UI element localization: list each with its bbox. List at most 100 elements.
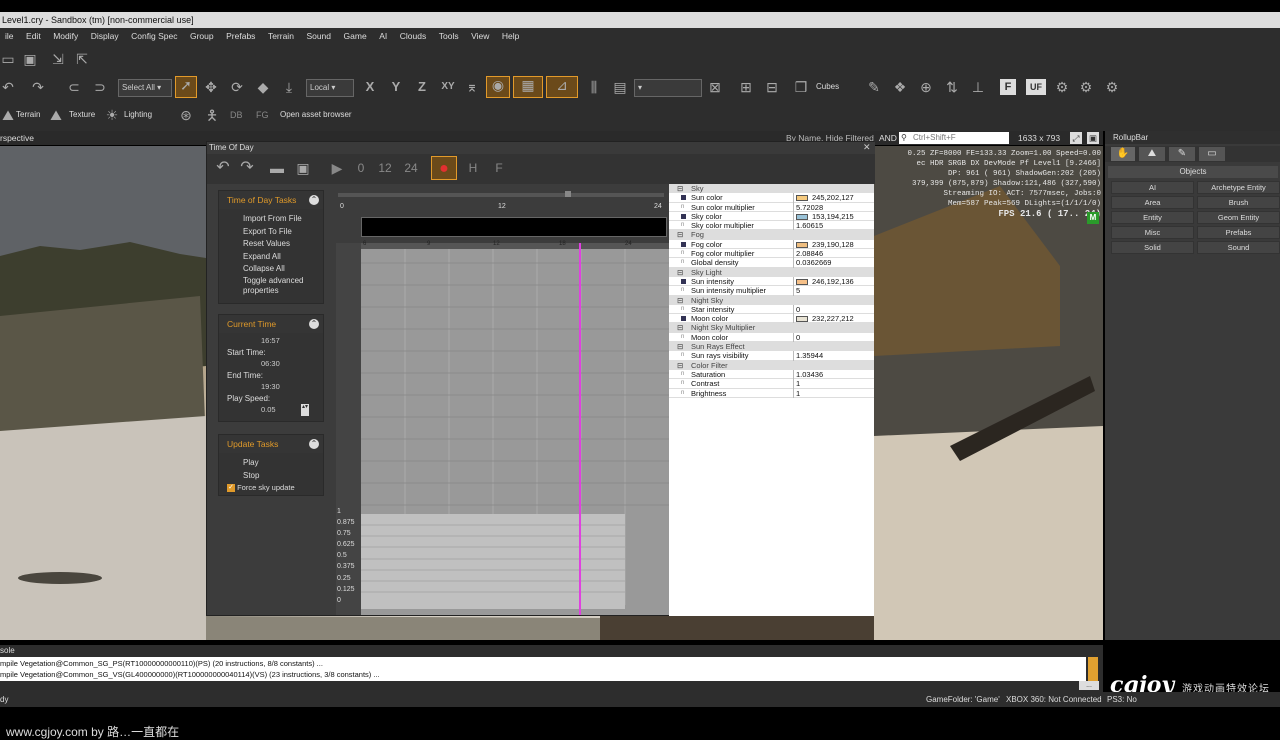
color-swatch[interactable] [796,213,808,220]
property-value[interactable]: 232,227,212 [793,314,873,324]
property-category[interactable]: ⊟ Sun Rays Effect [669,342,874,352]
folder-icon[interactable]: ▬ [269,160,285,176]
current-time-value[interactable]: 16:57 [219,335,323,347]
property-value[interactable]: 1 [793,379,873,389]
cubes-label[interactable]: Cubes [816,82,839,91]
select-all-dropdown[interactable]: Select All ▾ [118,79,172,97]
property-row[interactable]: n Sun rays visibility 1.35944 [669,351,874,361]
undo-icon[interactable]: ↶ [0,79,16,95]
texture-button[interactable]: Texture [69,110,95,119]
open-icon[interactable]: ▭ [0,51,16,67]
viewport-search-input[interactable]: ⚲ Ctrl+Shift+F [899,132,1009,144]
collapse-category-icon[interactable]: ⊟ [677,342,683,351]
color-swatch[interactable] [796,195,808,202]
stop-link[interactable]: Stop [219,470,323,483]
prefabs-button[interactable]: Prefabs [1197,226,1280,239]
misc-button[interactable]: Misc [1111,226,1194,239]
collapse-all-link[interactable]: Collapse All [219,263,323,276]
time-0-button[interactable]: 0 [353,160,369,176]
axis-xy[interactable]: XY [438,79,458,95]
h-button[interactable]: H [465,160,481,176]
graph-area[interactable]: 6 9 12 18 24 1 0.875 0.75 0.625 0.5 0.37… [336,241,669,615]
lighting-icon[interactable]: ☀ [104,107,120,123]
save-icon[interactable]: ▣ [22,51,38,67]
property-row[interactable]: n Moon color 0 [669,332,874,343]
property-row[interactable]: Moon color 232,227,212 [669,314,874,324]
console-scrollbar[interactable] [1088,657,1098,681]
play-icon[interactable]: ▶ [329,160,345,176]
lighting-button[interactable]: Lighting [124,110,152,119]
layer-icon[interactable]: ▤ [612,79,628,95]
property-category[interactable]: ⊟ Fog [669,230,874,240]
property-row[interactable]: n Brightness 1 [669,388,874,398]
unlink-object-icon[interactable]: ⊃ [92,79,108,95]
ruler-icon[interactable]: ⫼ [586,79,602,95]
reset-values-link[interactable]: Reset Values [219,238,323,251]
menu-clouds[interactable]: Clouds [395,28,431,44]
update-tasks-header[interactable]: Update Tasks ⌃ [219,435,323,453]
current-time-header[interactable]: Current Time ⌃ [219,315,323,333]
menu-tools[interactable]: Tools [434,28,464,44]
property-row[interactable]: n Saturation 1.03436 [669,369,874,380]
property-category[interactable]: ⊟ Night Sky [669,295,874,305]
menu-game[interactable]: Game [339,28,372,44]
layer-dropdown[interactable]: ▾ [634,79,702,97]
property-value[interactable]: 2.08846 [793,249,873,259]
asset-browser-button[interactable]: Open asset browser [280,110,352,119]
property-value[interactable]: 5.72028 [793,202,873,212]
grid-snap-icon[interactable]: ▦ [513,76,543,98]
color-swatch[interactable] [796,278,808,285]
angle-snap-icon[interactable]: ⊿ [546,76,578,98]
display-tab-icon[interactable]: ▭ [1199,147,1225,161]
axis-y[interactable]: Y [388,79,404,95]
maximize-icon[interactable]: ⤢ [1070,132,1082,144]
property-category[interactable]: ⊟ Color Filter [669,360,874,370]
save-icon[interactable]: ▣ [295,160,311,176]
brush-button[interactable]: Brush [1197,196,1280,209]
settings-icon-2[interactable]: ⚙ [1078,79,1094,95]
character-icon[interactable]: 🯅 [204,107,220,123]
viewport-name[interactable]: rspective [0,131,34,145]
menu-ai[interactable]: AI [374,28,392,44]
sound-button[interactable]: Sound [1197,241,1280,254]
menu-display[interactable]: Display [86,28,124,44]
property-row[interactable]: n Fog color multiplier 2.08846 [669,249,874,259]
cubes-icon[interactable]: ❒ [793,79,809,95]
collapse-category-icon[interactable]: ⊟ [677,296,683,305]
checkbox-checked-icon[interactable]: ✓ [227,484,235,493]
console-output[interactable]: mpile Vegetation@Common_SG_PS(RT10000000… [0,657,1086,681]
property-row[interactable]: n Global density 0.0362669 [669,258,874,268]
menu-help[interactable]: Help [497,28,524,44]
menu-prefabs[interactable]: Prefabs [221,28,260,44]
settings-icon-3[interactable]: ⚙ [1104,79,1120,95]
time-slider-track[interactable] [338,193,664,197]
start-time-value[interactable]: 06:30 [219,358,323,370]
menu-terrain[interactable]: Terrain [263,28,299,44]
property-row[interactable]: n Sun color multiplier 5.72028 [669,202,874,212]
objects-icon[interactable]: ⊕ [918,79,934,95]
property-row[interactable]: Sky color 153,194,215 [669,211,874,222]
menu-file[interactable]: ile [0,28,19,44]
terrain-button[interactable]: Terrain [16,110,40,119]
collapse-category-icon[interactable]: ⊟ [677,230,683,239]
link-object-icon[interactable]: ⊂ [66,79,82,95]
ai-icon[interactable]: ⊟ [764,79,780,95]
fg-button[interactable]: FG [256,110,269,120]
align-icon[interactable]: ⇅ [944,79,960,95]
current-time-cursor[interactable] [578,243,581,615]
play-link[interactable]: Play [219,457,323,470]
geom-entity-button[interactable]: Geom Entity [1197,211,1280,224]
property-row[interactable]: n Sky color multiplier 1.60615 [669,221,874,231]
expand-all-link[interactable]: Expand All [219,251,323,264]
modeling-tab-icon[interactable]: ✎ [1169,147,1195,161]
collapse-category-icon[interactable]: ⊟ [677,184,683,193]
select-icon[interactable]: ➚ [175,76,197,98]
property-category[interactable]: ⊟ Sky Light [669,267,874,277]
collapse-category-icon[interactable]: ⊟ [677,268,683,277]
time-12-button[interactable]: 12 [375,160,395,176]
unlink-icon[interactable]: ⇱ [74,51,90,67]
texture-icon[interactable]: ⛰ [48,107,64,123]
terrain-icon[interactable]: ⛰ [0,107,16,123]
force-sky-update-row[interactable]: ✓ Force sky update [219,482,323,493]
paint-icon[interactable]: ❖ [892,79,908,95]
